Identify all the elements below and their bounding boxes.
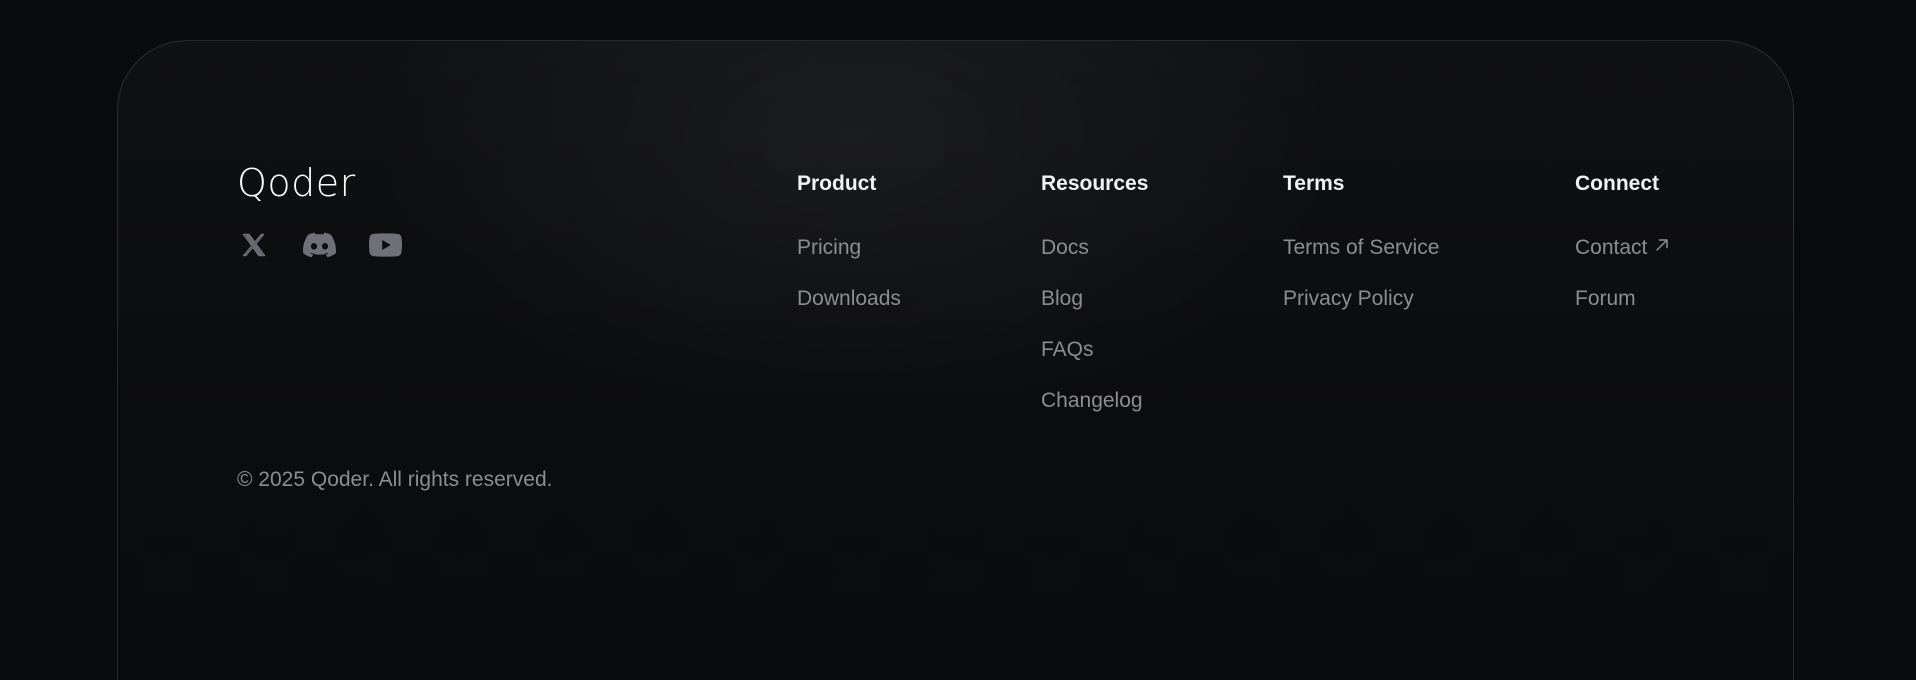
footer-column-resources: Resources Docs Blog FAQs Changelog xyxy=(1041,170,1148,438)
youtube-icon xyxy=(369,232,402,257)
list-item: Pricing xyxy=(797,234,901,285)
blog-link[interactable]: Blog xyxy=(1041,287,1083,310)
pricing-link[interactable]: Pricing xyxy=(797,236,861,259)
discord-icon xyxy=(303,232,336,257)
x-icon xyxy=(242,233,265,256)
column-title-terms: Terms xyxy=(1283,172,1345,195)
footer-column-connect: Connect Contact Forum xyxy=(1575,170,1669,336)
brand-area: Qoder xyxy=(237,163,435,261)
downloads-link[interactable]: Downloads xyxy=(797,287,901,310)
contact-link-label: Contact xyxy=(1575,236,1648,259)
list-item: Downloads xyxy=(797,285,901,336)
discord-link[interactable] xyxy=(303,228,336,261)
column-title-resources: Resources xyxy=(1041,172,1149,195)
social-links xyxy=(237,228,435,261)
x-link[interactable] xyxy=(237,228,270,261)
list-item: Blog xyxy=(1041,285,1148,336)
qoder-logo-wordmark: Qoder xyxy=(237,163,356,203)
footer-card xyxy=(117,40,1794,680)
connect-links: Contact Forum xyxy=(1575,234,1669,336)
privacy-policy-link[interactable]: Privacy Policy xyxy=(1283,287,1414,310)
resources-links: Docs Blog FAQs Changelog xyxy=(1041,234,1148,438)
list-item: Terms of Service xyxy=(1283,234,1439,285)
arrow-up-right-icon xyxy=(1656,239,1669,251)
changelog-link[interactable]: Changelog xyxy=(1041,389,1143,412)
terms-links: Terms of Service Privacy Policy xyxy=(1283,234,1439,336)
list-item: Contact xyxy=(1575,234,1669,285)
faqs-link[interactable]: FAQs xyxy=(1041,338,1094,361)
list-item: Privacy Policy xyxy=(1283,285,1439,336)
list-item: Docs xyxy=(1041,234,1148,285)
list-item: Changelog xyxy=(1041,387,1148,438)
terms-of-service-link[interactable]: Terms of Service xyxy=(1283,236,1439,259)
svg-text:Qoder: Qoder xyxy=(237,163,356,203)
youtube-link[interactable] xyxy=(369,228,402,261)
column-title-product: Product xyxy=(797,172,877,195)
forum-link[interactable]: Forum xyxy=(1575,287,1636,310)
footer-column-product: Product Pricing Downloads xyxy=(797,170,901,336)
copyright-text: © 2025 Qoder. All rights reserved. xyxy=(237,468,553,491)
footer-column-terms: Terms Terms of Service Privacy Policy xyxy=(1283,170,1439,336)
docs-link[interactable]: Docs xyxy=(1041,236,1089,259)
contact-link[interactable]: Contact xyxy=(1575,236,1669,259)
list-item: Forum xyxy=(1575,285,1669,336)
column-title-connect: Connect xyxy=(1575,172,1659,195)
list-item: FAQs xyxy=(1041,336,1148,387)
product-links: Pricing Downloads xyxy=(797,234,901,336)
qoder-logo[interactable]: Qoder xyxy=(237,163,435,203)
